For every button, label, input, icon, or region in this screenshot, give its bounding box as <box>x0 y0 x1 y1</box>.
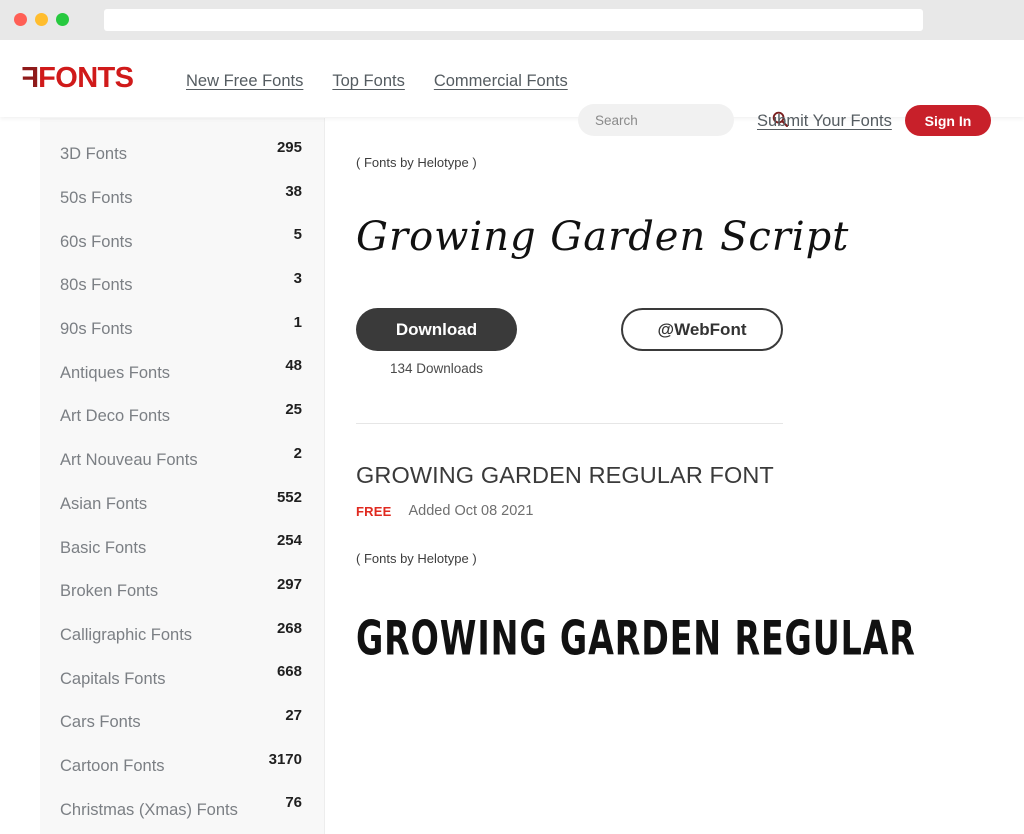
sidebar-item-count: 48 <box>285 357 302 375</box>
address-bar[interactable] <box>104 9 923 31</box>
sidebar-item-count: 5 <box>293 226 302 244</box>
sidebar-item-80s-fonts[interactable]: 80s Fonts 3 <box>40 264 324 308</box>
sidebar-item-christmas-fonts[interactable]: Christmas (Xmas) Fonts 76 <box>40 788 324 832</box>
main-navigation: New Free Fonts Top Fonts Commercial Font… <box>186 72 568 91</box>
sidebar-item-cars-fonts[interactable]: Cars Fonts 27 <box>40 701 324 745</box>
sidebar-item-cartoon-fonts[interactable]: Cartoon Fonts 3170 <box>40 745 324 789</box>
font-preview-image[interactable]: Growing Garden Script <box>356 214 1024 260</box>
browser-chrome <box>0 0 1024 40</box>
font-entry-growing-garden-regular: GROWING GARDEN REGULAR FONT FREE Added O… <box>326 462 1024 666</box>
sidebar-item-count: 27 <box>285 706 302 724</box>
sidebar-item-count: 38 <box>285 182 302 200</box>
sidebar-item-label: Cartoon Fonts <box>60 756 165 775</box>
sidebar-item-antiques-fonts[interactable]: Antiques Fonts 48 <box>40 351 324 395</box>
submit-your-fonts-link[interactable]: Submit Your Fonts <box>757 112 892 131</box>
minimize-window-button[interactable] <box>35 13 48 26</box>
font-preview-text: GROWING GARDEN REGULAR <box>356 611 916 666</box>
search-box[interactable] <box>578 104 789 136</box>
sidebar-item-count: 1 <box>293 313 302 331</box>
sign-in-button[interactable]: Sign In <box>905 105 991 136</box>
search-input[interactable] <box>578 112 772 128</box>
sidebar-item-90s-fonts[interactable]: 90s Fonts 1 <box>40 308 324 352</box>
download-button[interactable]: Download <box>356 308 517 351</box>
site-logo[interactable]: F FONTS <box>22 62 134 94</box>
sidebar-item-3d-fonts[interactable]: 3D Fonts 295 <box>40 133 324 177</box>
sidebar-item-label: Christmas (Xmas) Fonts <box>60 800 238 819</box>
nav-link-new-free-fonts[interactable]: New Free Fonts <box>186 72 303 91</box>
sidebar-item-label: Cars Fonts <box>60 713 141 732</box>
sidebar-item-calligraphic-fonts[interactable]: Calligraphic Fonts 268 <box>40 614 324 658</box>
font-meta: FREE Added Oct 08 2021 <box>356 503 1024 519</box>
sidebar-item-basic-fonts[interactable]: Basic Fonts 254 <box>40 526 324 570</box>
sidebar-item-art-deco-fonts[interactable]: Art Deco Fonts 25 <box>40 395 324 439</box>
sidebar-item-label: 90s Fonts <box>60 320 133 339</box>
category-sidebar[interactable]: 3D Fonts 295 50s Fonts 38 60s Fonts 5 80… <box>40 118 325 834</box>
sidebar-item-label: Asian Fonts <box>60 494 148 513</box>
sidebar-item-count: 76 <box>285 794 302 812</box>
font-entry-growing-garden-script: ( Fonts by Helotype ) Growing Garden Scr… <box>326 155 1024 424</box>
added-date-label: Added Oct 08 2021 <box>408 503 534 519</box>
font-actions: Download 134 Downloads @WebFont <box>356 308 1024 376</box>
sidebar-item-art-nouveau-fonts[interactable]: Art Nouveau Fonts 2 <box>40 439 324 483</box>
sidebar-item-count: 3170 <box>268 750 302 768</box>
sidebar-item-count: 2 <box>293 444 302 462</box>
sidebar-item-label: Broken Fonts <box>60 582 159 601</box>
download-column: Download 134 Downloads <box>356 308 621 376</box>
traffic-lights <box>14 13 69 26</box>
sidebar-item-label: 60s Fonts <box>60 232 133 251</box>
page-viewport: F FONTS New Free Fonts Top Fonts Commerci… <box>0 40 1024 834</box>
close-window-button[interactable] <box>14 13 27 26</box>
font-listing-main: ( Fonts by Helotype ) Growing Garden Scr… <box>326 118 1024 834</box>
sidebar-item-label: Art Nouveau Fonts <box>60 451 198 470</box>
font-preview-text: Growing Garden Script <box>356 214 850 260</box>
section-divider <box>356 423 783 424</box>
sidebar-item-asian-fonts[interactable]: Asian Fonts 552 <box>40 483 324 527</box>
sidebar-item-count: 297 <box>276 575 302 593</box>
sidebar-item-capitals-fonts[interactable]: Capitals Fonts 668 <box>40 657 324 701</box>
sidebar-item-label: 50s Fonts <box>60 189 133 208</box>
sidebar-item-count: 268 <box>276 619 302 637</box>
foundry-note: ( Fonts by Helotype ) <box>356 551 477 566</box>
sidebar-item-label: Art Deco Fonts <box>60 407 171 426</box>
font-preview-image[interactable]: GROWING GARDEN REGULAR <box>356 611 1024 666</box>
maximize-window-button[interactable] <box>56 13 69 26</box>
download-count-label: 134 Downloads <box>389 361 484 376</box>
sidebar-item-count: 552 <box>276 488 302 506</box>
sidebar-item-label: 80s Fonts <box>60 276 133 295</box>
sidebar-item-label: Capitals Fonts <box>60 669 166 688</box>
foundry-note: ( Fonts by Helotype ) <box>356 155 477 170</box>
sidebar-item-count: 254 <box>276 532 302 550</box>
nav-link-commercial-fonts[interactable]: Commercial Fonts <box>434 72 568 91</box>
site-header: F FONTS New Free Fonts Top Fonts Commerci… <box>0 40 1024 136</box>
sidebar-item-label: Calligraphic Fonts <box>60 625 193 644</box>
font-title[interactable]: GROWING GARDEN REGULAR FONT <box>356 462 1024 489</box>
sidebar-item-60s-fonts[interactable]: 60s Fonts 5 <box>40 220 324 264</box>
sidebar-item-label: 3D Fonts <box>60 145 127 164</box>
nav-link-top-fonts[interactable]: Top Fonts <box>332 72 404 91</box>
sidebar-item-count: 3 <box>293 270 302 288</box>
status-badge: FREE <box>356 503 392 519</box>
sidebar-item-label: Antiques Fonts <box>60 363 171 382</box>
logo-mark-icon: F <box>22 62 40 94</box>
webfont-button[interactable]: @WebFont <box>621 308 783 351</box>
sidebar-item-count: 295 <box>276 139 302 156</box>
sidebar-item-broken-fonts[interactable]: Broken Fonts 297 <box>40 570 324 614</box>
sidebar-item-count: 668 <box>276 663 302 681</box>
sidebar-item-label: Basic Fonts <box>60 538 147 557</box>
sidebar-item-50s-fonts[interactable]: 50s Fonts 38 <box>40 177 324 221</box>
logo-text: FONTS <box>38 62 134 94</box>
sidebar-item-count: 25 <box>285 401 302 419</box>
